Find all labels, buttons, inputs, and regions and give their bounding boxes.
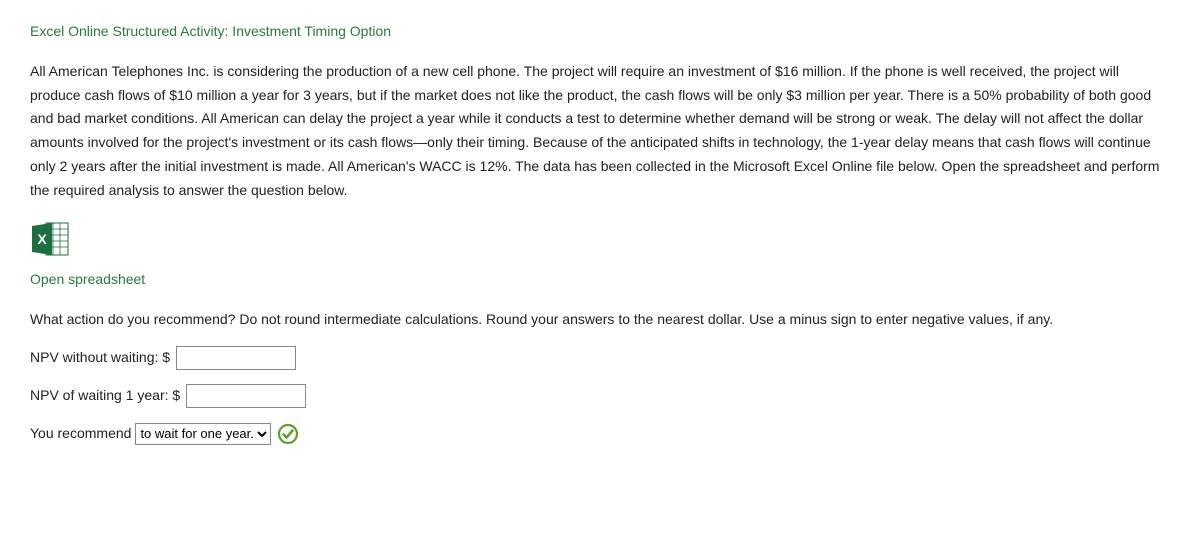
- svg-text:X: X: [37, 231, 47, 247]
- recommend-label: You recommend: [30, 422, 131, 446]
- check-icon: [277, 423, 299, 445]
- recommend-row: You recommend to wait for one year.: [30, 422, 1170, 446]
- npv-without-label: NPV without waiting: $: [30, 346, 170, 370]
- recommend-select[interactable]: to wait for one year.: [135, 423, 271, 445]
- question-text: What action do you recommend? Do not rou…: [30, 308, 1170, 332]
- problem-description: All American Telephones Inc. is consider…: [30, 60, 1170, 203]
- npv-waiting-input[interactable]: [186, 384, 306, 408]
- activity-title: Excel Online Structured Activity: Invest…: [30, 20, 1170, 44]
- excel-icon-wrap[interactable]: X: [30, 221, 1170, 265]
- excel-icon: X: [30, 221, 70, 257]
- npv-without-input[interactable]: [176, 346, 296, 370]
- npv-waiting-row: NPV of waiting 1 year: $: [30, 384, 1170, 408]
- open-spreadsheet-link[interactable]: Open spreadsheet: [30, 268, 145, 292]
- npv-waiting-label: NPV of waiting 1 year: $: [30, 384, 180, 408]
- npv-without-row: NPV without waiting: $: [30, 346, 1170, 370]
